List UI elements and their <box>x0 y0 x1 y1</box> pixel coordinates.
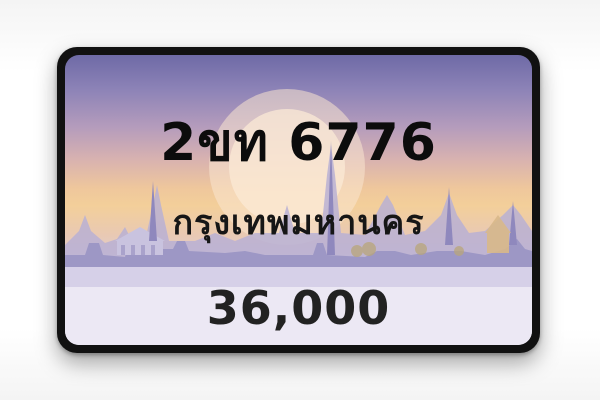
plate-registration-number: 2ขท 6776 <box>160 113 437 173</box>
plate-province: กรุงเทพมหานคร <box>172 203 425 243</box>
plate-price: 36,000 <box>206 281 391 335</box>
listing-image: 2ขท 6776 กรุงเทพมหานคร 36,000 <box>0 0 600 400</box>
license-plate: 2ขท 6776 กรุงเทพมหานคร 36,000 <box>57 47 540 353</box>
plate-background: 2ขท 6776 กรุงเทพมหานคร 36,000 <box>65 55 532 345</box>
